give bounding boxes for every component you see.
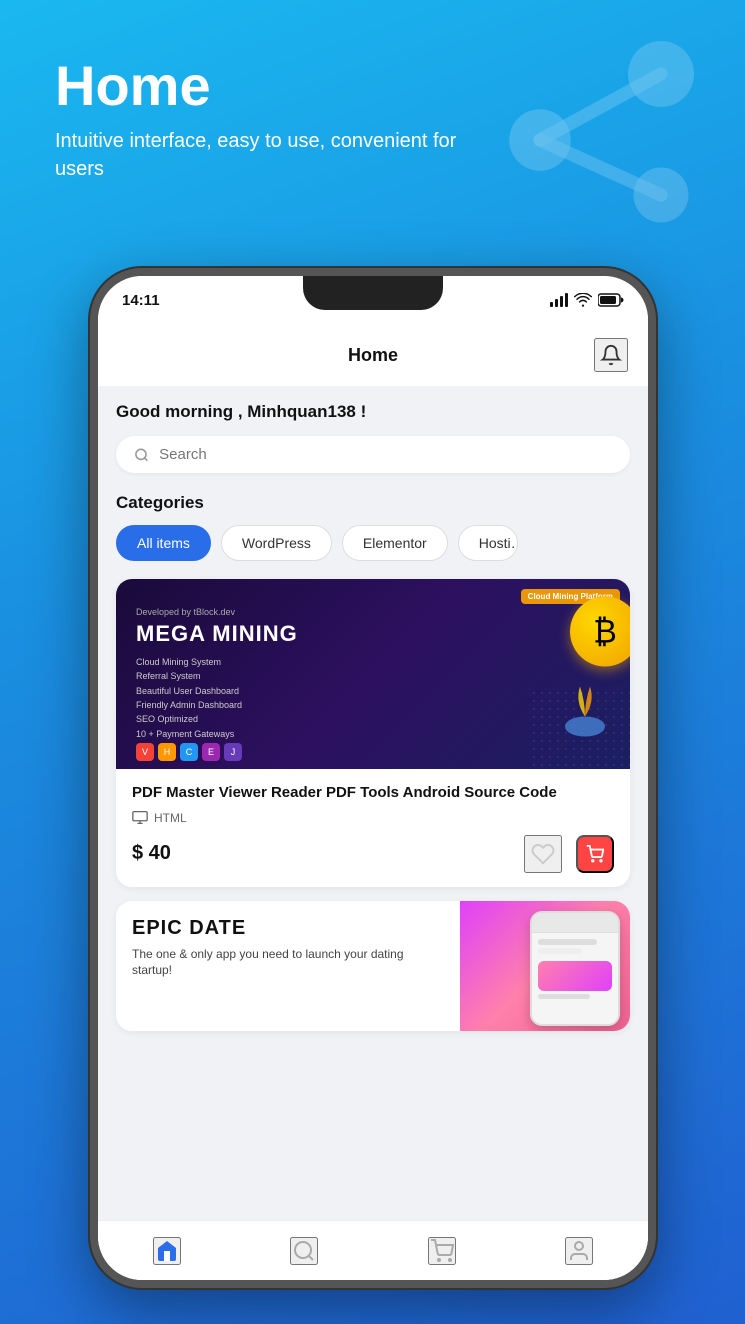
category-hosting[interactable]: Hosti…	[458, 525, 518, 561]
product-card-2-left: EPIC DATE The one & only app you need to…	[116, 901, 460, 1031]
category-elementor[interactable]: Elementor	[342, 525, 448, 561]
greeting-text: Good morning , Minhquan138 !	[116, 402, 630, 422]
product-image-content: Developed by tBlock.dev MEGA MINING Clou…	[136, 607, 298, 741]
app-content: Home Good morning , Minhquan138 !	[98, 324, 648, 1280]
search-bar[interactable]	[116, 436, 630, 473]
product-image-1: Developed by tBlock.dev MEGA MINING Clou…	[116, 579, 630, 769]
product-type-row: HTML	[132, 811, 614, 825]
phone-mockup	[530, 911, 620, 1026]
nav-home[interactable]	[153, 1237, 181, 1265]
share-bg-icon	[485, 40, 705, 240]
product-type-label: HTML	[154, 811, 187, 825]
feature-item: Beautiful User Dashboard	[136, 684, 298, 698]
phone-notch	[303, 276, 443, 310]
main-scroll-area: Good morning , Minhquan138 ! Categories …	[98, 386, 648, 1226]
page-title: Home	[55, 55, 495, 117]
heart-icon	[531, 842, 555, 866]
mega-mining-title: MEGA MINING	[136, 621, 298, 647]
feature-item: Referral System	[136, 669, 298, 683]
signal-icon	[550, 293, 568, 307]
product-card-1[interactable]: Developed by tBlock.dev MEGA MINING Clou…	[116, 579, 630, 887]
wishlist-button[interactable]	[524, 835, 562, 873]
product-actions	[524, 835, 614, 873]
status-icons	[550, 293, 624, 307]
product-name-1: PDF Master Viewer Reader PDF Tools Andro…	[132, 783, 614, 803]
categories-row: All items WordPress Elementor Hosti…	[116, 525, 630, 561]
categories-title: Categories	[116, 493, 630, 513]
page-header: Home Intuitive interface, easy to use, c…	[55, 55, 495, 183]
feature-item: Cloud Mining System	[136, 655, 298, 669]
app-title: Home	[152, 345, 594, 366]
phone-frame: 14:11	[90, 268, 656, 1288]
wifi-icon	[574, 293, 592, 307]
tech-icons-row: V H C E J	[136, 743, 242, 761]
feature-list: Cloud Mining System Referral System Beau…	[136, 655, 298, 741]
feature-item: 10 + Payment Gateways	[136, 727, 298, 741]
bitcoin-coin: ₿	[570, 597, 630, 667]
profile-nav-icon	[567, 1239, 591, 1263]
nav-profile[interactable]	[565, 1237, 593, 1265]
app-header: Home	[98, 324, 648, 386]
search-nav-icon	[292, 1239, 316, 1263]
monitor-icon	[132, 811, 148, 824]
epic-date-desc: The one & only app you need to launch yo…	[132, 946, 444, 980]
epic-date-title: EPIC DATE	[132, 917, 444, 940]
product-card-2-image	[460, 901, 630, 1031]
product-price-row: $ 40	[132, 835, 614, 873]
cart-nav-icon	[430, 1239, 454, 1263]
feature-item: Friendly Admin Dashboard	[136, 698, 298, 712]
status-time: 14:11	[122, 292, 160, 309]
bottom-nav	[98, 1220, 648, 1280]
battery-icon	[598, 293, 624, 307]
product-price: $ 40	[132, 842, 171, 865]
product-card-2[interactable]: EPIC DATE The one & only app you need to…	[116, 901, 630, 1031]
feature-item: SEO Optimized	[136, 712, 298, 726]
cart-icon	[586, 845, 604, 863]
category-all-items[interactable]: All items	[116, 525, 211, 561]
product-info-1: PDF Master Viewer Reader PDF Tools Andro…	[116, 769, 630, 887]
bitcoin-graphic: ₿	[550, 607, 620, 742]
search-input[interactable]	[159, 446, 612, 463]
page-subtitle: Intuitive interface, easy to use, conven…	[55, 127, 495, 183]
bell-icon	[600, 344, 622, 366]
nav-cart[interactable]	[428, 1237, 456, 1265]
home-nav-icon	[155, 1239, 179, 1263]
growth-icon	[555, 677, 615, 737]
nav-search[interactable]	[290, 1237, 318, 1265]
developed-by-label: Developed by tBlock.dev	[136, 607, 298, 617]
category-wordpress[interactable]: WordPress	[221, 525, 332, 561]
add-to-cart-button[interactable]	[576, 835, 614, 873]
search-icon	[134, 447, 149, 463]
notification-button[interactable]	[594, 338, 628, 372]
